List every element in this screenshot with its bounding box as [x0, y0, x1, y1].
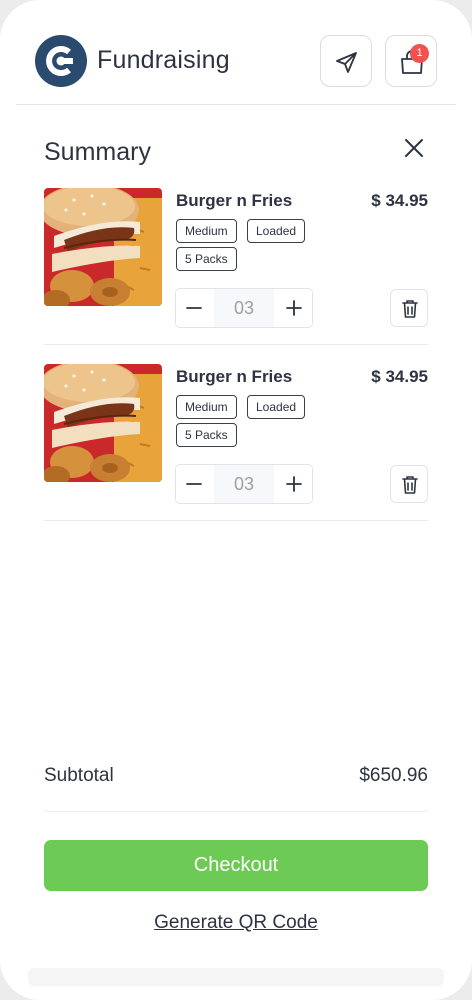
phone-screen: Fundraising 1 Summary Burger n Fries $ 3…: [0, 0, 472, 1000]
close-icon: [405, 139, 423, 157]
delete-item-button[interactable]: [390, 289, 428, 327]
decrease-button[interactable]: [176, 289, 212, 327]
trash-icon: [402, 300, 418, 318]
subtotal-label: Subtotal: [44, 765, 114, 786]
item-divider: [44, 520, 428, 521]
increase-button[interactable]: [276, 465, 312, 503]
cart-count-badge: 1: [410, 44, 429, 63]
close-button[interactable]: [400, 134, 428, 162]
burger-fries-photo: [44, 188, 162, 306]
quantity-stepper: 03: [175, 288, 313, 328]
generate-qr-link[interactable]: Generate QR Code: [0, 912, 472, 934]
subtotal-value: $650.96: [359, 765, 428, 786]
item-divider: [44, 344, 428, 345]
delete-item-button[interactable]: [390, 465, 428, 503]
shopping-bag-icon: [401, 50, 423, 74]
subtotal-divider: [44, 811, 428, 812]
cart-button[interactable]: 1: [385, 35, 437, 87]
packs-tag: 5 Packs: [176, 247, 237, 271]
checkout-button[interactable]: Checkout: [44, 840, 428, 891]
bottom-bar: [28, 968, 444, 986]
cart-item: Burger n Fries $ 34.95 Medium Loaded 5 P…: [44, 364, 428, 521]
quantity-input[interactable]: 03: [214, 465, 274, 503]
burger-fries-photo: [44, 364, 162, 482]
option-tag: Loaded: [247, 395, 306, 419]
brand-name: Fundraising: [97, 46, 230, 74]
decrease-button[interactable]: [176, 465, 212, 503]
quantity-stepper: 03: [175, 464, 313, 504]
trash-icon: [402, 476, 418, 494]
plus-icon: [286, 476, 302, 492]
minus-icon: [186, 307, 202, 309]
size-tag: Medium: [176, 395, 237, 419]
summary-title: Summary: [44, 138, 151, 166]
send-icon: [336, 52, 357, 73]
option-tag: Loaded: [247, 219, 306, 243]
header-divider: [16, 104, 456, 105]
plus-icon: [286, 300, 302, 316]
item-name: Burger n Fries: [176, 191, 293, 210]
cart-item: Burger n Fries $ 34.95 Medium Loaded 5 P…: [44, 188, 428, 345]
size-tag: Medium: [176, 219, 237, 243]
item-price: $ 34.95: [371, 367, 428, 386]
packs-tag: 5 Packs: [176, 423, 237, 447]
quantity-input[interactable]: 03: [214, 289, 274, 327]
brand-logo-icon: [35, 35, 87, 87]
send-button[interactable]: [320, 35, 372, 87]
minus-icon: [186, 483, 202, 485]
item-name: Burger n Fries: [176, 367, 293, 386]
increase-button[interactable]: [276, 289, 312, 327]
item-price: $ 34.95: [371, 191, 428, 210]
